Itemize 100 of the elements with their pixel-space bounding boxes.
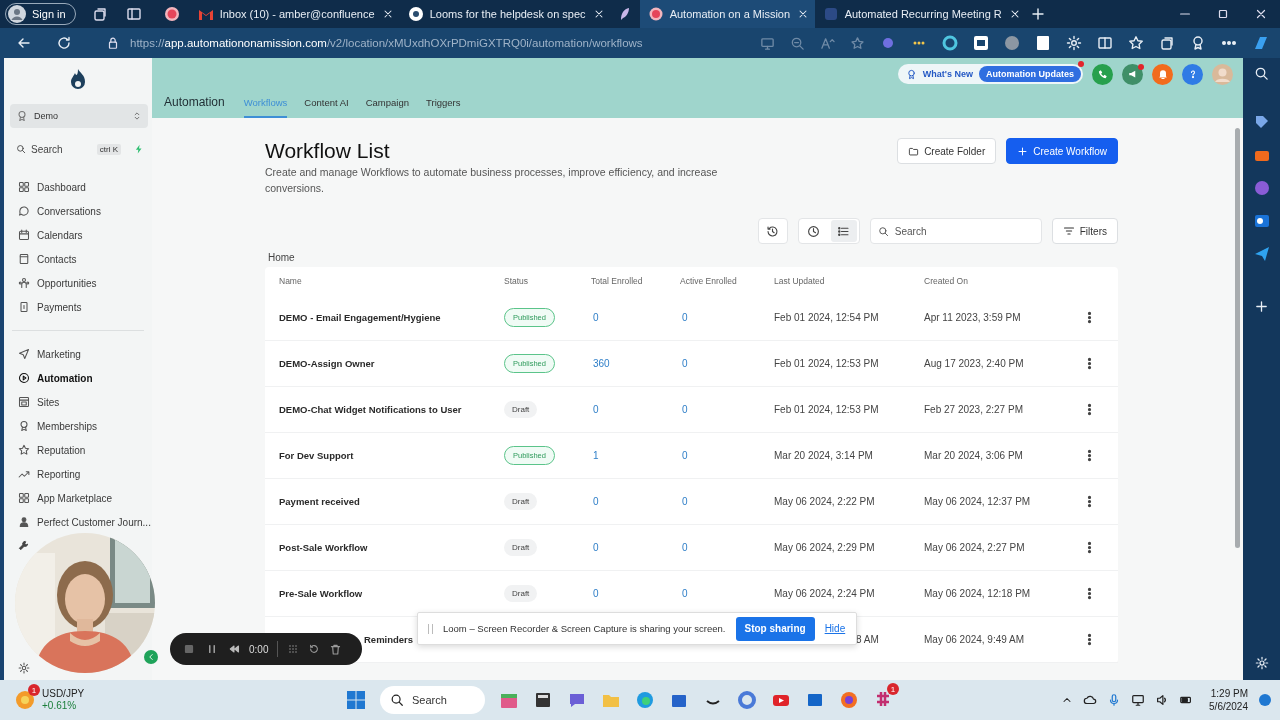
ring-icon[interactable] <box>737 690 757 710</box>
bell-button[interactable] <box>1152 63 1173 85</box>
restart-icon[interactable] <box>308 643 321 655</box>
lock-icon[interactable] <box>106 36 120 50</box>
favorite-icon[interactable] <box>850 35 865 51</box>
nav-tab[interactable]: Content AI <box>304 86 349 118</box>
sidebar-panel-icon[interactable] <box>125 6 142 22</box>
tag-icon[interactable] <box>1253 114 1270 130</box>
taskbar-search-field[interactable]: Search <box>380 686 485 714</box>
workflow-name[interactable]: Payment received <box>265 496 504 507</box>
square-logo-icon[interactable] <box>973 35 989 51</box>
clock[interactable]: 1:29 PM 5/6/2024 <box>1209 687 1248 713</box>
monitor-icon[interactable] <box>1131 693 1146 707</box>
zoom-icon[interactable] <box>790 35 805 51</box>
filters-button[interactable]: Filters <box>1051 218 1118 244</box>
nav-tab[interactable]: Campaign <box>365 86 410 118</box>
globe-icon[interactable] <box>839 690 859 710</box>
wrench-icon[interactable] <box>18 540 29 551</box>
hide-link[interactable]: Hide <box>824 623 846 634</box>
browser-tab[interactable]: Automation on a Mission <box>639 0 815 28</box>
ring-icon[interactable] <box>942 35 958 51</box>
history-button[interactable] <box>757 218 788 244</box>
nav-item[interactable]: Conversations <box>4 199 152 223</box>
nav-item[interactable]: Contacts <box>4 247 152 271</box>
breadcrumb-link[interactable]: Home <box>268 252 295 263</box>
workflow-name[interactable]: For Dev Support <box>265 450 504 461</box>
browser-tab[interactable]: Automated Recurring Meeting R <box>814 0 1020 28</box>
enrolled-count[interactable]: 0 <box>591 496 680 507</box>
updates-button[interactable]: Automation Updates <box>979 66 1081 82</box>
enrolled-count[interactable]: 0 <box>680 312 774 323</box>
workflow-name[interactable]: Pre-Sale Workflow <box>265 588 504 599</box>
megaphone-button[interactable] <box>1122 63 1143 85</box>
whats-new-link[interactable]: What's New <box>922 69 973 79</box>
mail-icon[interactable] <box>1253 213 1270 229</box>
square-logo-icon[interactable] <box>1035 35 1051 51</box>
plus-icon[interactable] <box>1254 299 1269 314</box>
rewind-icon[interactable] <box>228 643 240 655</box>
enrolled-count[interactable]: 0 <box>591 542 680 553</box>
cloud-icon[interactable] <box>1083 693 1098 707</box>
account-switcher[interactable]: Demo <box>10 104 148 128</box>
nav-item[interactable]: Reporting <box>4 462 152 486</box>
enrolled-count[interactable]: 0 <box>591 588 680 599</box>
circle-logo-icon[interactable] <box>1004 35 1020 51</box>
nav-tab[interactable]: Triggers <box>426 86 461 118</box>
stop-icon[interactable] <box>182 642 196 656</box>
nav-item[interactable]: Automation <box>4 366 152 390</box>
camera-icon[interactable] <box>760 35 775 51</box>
nav-item[interactable]: Reputation <box>4 438 152 462</box>
create-workflow-button[interactable]: Create Workflow <box>1006 138 1118 164</box>
create-folder-button[interactable]: Create Folder <box>897 138 997 164</box>
read-aloud-icon[interactable] <box>820 35 835 51</box>
search-button[interactable]: Search ctrl K <box>16 141 144 157</box>
enrolled-count[interactable]: 0 <box>680 450 774 461</box>
browser-tab[interactable]: Inbox (10) - amber@confluence <box>189 0 400 28</box>
nav-item[interactable]: Payments <box>4 295 152 319</box>
nav-item[interactable]: Calendars <box>4 223 152 247</box>
enrolled-count[interactable]: 0 <box>591 404 680 415</box>
enrolled-count[interactable]: 360 <box>591 358 680 369</box>
view-toggle[interactable] <box>797 218 860 244</box>
nav-item[interactable]: Perfect Customer Journ... <box>4 510 152 534</box>
url-text[interactable]: https://app.automationonamission.com/v2/location/xMUxdhOXrPDmiGXTRQ0i/automation/workflows <box>130 37 643 49</box>
refresh-icon[interactable] <box>56 35 72 51</box>
list-view-button[interactable] <box>830 220 857 242</box>
nav-item[interactable]: Memberships <box>4 414 152 438</box>
search-icon[interactable] <box>1254 66 1269 81</box>
send-icon[interactable] <box>1253 246 1270 262</box>
nav-item[interactable]: App Marketplace <box>4 486 152 510</box>
close-icon[interactable] <box>1254 7 1268 21</box>
windows-start-icon[interactable] <box>346 690 366 710</box>
split-screen-icon[interactable] <box>1097 35 1113 51</box>
tabs-stack-icon[interactable] <box>91 6 108 22</box>
collections-icon[interactable] <box>1159 35 1175 51</box>
enrolled-count[interactable]: 0 <box>680 588 774 599</box>
browser-tab[interactable]: Looms for the helpdesk on spec <box>399 0 610 28</box>
search-field[interactable]: Search <box>869 218 1042 244</box>
nav-item[interactable]: Opportunities <box>4 271 152 295</box>
window-icon[interactable] <box>533 690 553 710</box>
enrolled-count[interactable]: 0 <box>680 358 774 369</box>
enrolled-count[interactable]: 0 <box>680 496 774 507</box>
nav-item[interactable]: Marketing <box>4 342 152 366</box>
phone-button[interactable] <box>1092 63 1113 85</box>
plus-icon[interactable] <box>1029 6 1046 22</box>
copilot-icon[interactable] <box>1252 34 1270 52</box>
workflow-name[interactable]: DEMO-Assign Owner <box>265 358 504 369</box>
workflow-name[interactable]: Post-Sale Workflow <box>265 542 504 553</box>
enrolled-count[interactable]: 1 <box>591 450 680 461</box>
stop-sharing-button[interactable]: Stop sharing <box>735 616 815 641</box>
workflow-name[interactable]: DEMO-Chat Widget Notifications to User <box>265 404 504 415</box>
nav-item[interactable]: Dashboard <box>4 175 152 199</box>
nav-item[interactable]: Sites <box>4 390 152 414</box>
settings-icon[interactable] <box>18 662 30 674</box>
enrolled-count[interactable]: 0 <box>680 542 774 553</box>
favorites-icon[interactable] <box>1128 35 1144 51</box>
notification-icon[interactable] <box>1258 693 1272 707</box>
enrolled-count[interactable]: 0 <box>591 312 680 323</box>
maximize-icon[interactable] <box>1216 7 1230 21</box>
record-icon[interactable] <box>163 6 180 22</box>
workflow-name[interactable]: Reminders <box>364 634 414 645</box>
workflow-name[interactable]: DEMO - Email Engagement/Hygiene <box>265 312 504 323</box>
trash-icon[interactable] <box>329 642 343 656</box>
